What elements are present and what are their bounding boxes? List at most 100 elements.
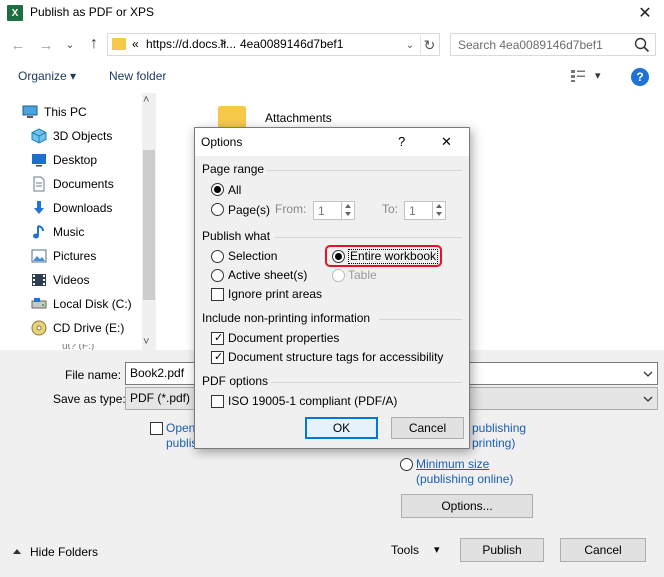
page-range-pages-label[interactable]: Page(s) bbox=[228, 203, 270, 217]
scroll-up-button[interactable]: ˄ bbox=[143, 94, 149, 106]
sidebar-item-documents[interactable]: Documents bbox=[0, 172, 140, 196]
dialog-title: Options bbox=[201, 135, 243, 149]
selection-label[interactable]: Selection bbox=[228, 249, 277, 263]
document-tags-label[interactable]: Document structure tags for accessibilit… bbox=[228, 350, 443, 364]
sidebar-item-music[interactable]: Music bbox=[0, 220, 140, 244]
selection-radio[interactable] bbox=[211, 250, 224, 263]
sidebar-item-3d-objects[interactable]: 3D Objects bbox=[0, 124, 140, 148]
organize-button[interactable]: Organize ▾ bbox=[18, 69, 76, 83]
sidebar-item-desktop[interactable]: Desktop bbox=[0, 148, 140, 172]
group-divider bbox=[267, 170, 462, 171]
desktop-icon bbox=[32, 154, 46, 167]
search-input[interactable]: Search 4ea0089146d7bef1 bbox=[458, 38, 603, 52]
minimum-size-radio[interactable] bbox=[400, 458, 413, 471]
dialog-close-button[interactable]: ✕ bbox=[441, 134, 452, 150]
sidebar-item-cd-drive[interactable]: CD Drive (E:) bbox=[0, 316, 140, 340]
up-button[interactable]: ↑ bbox=[84, 34, 104, 54]
sidebar-item-this-pc[interactable]: This PC bbox=[0, 100, 140, 124]
cube-icon bbox=[31, 128, 47, 144]
cancel-button[interactable]: Cancel bbox=[560, 538, 646, 562]
search-icon[interactable] bbox=[633, 36, 651, 54]
document-tags-checkbox[interactable]: ✓ bbox=[211, 351, 224, 364]
sidebar-item-local-disk[interactable]: Local Disk (C:) bbox=[0, 292, 140, 316]
from-spinner[interactable]: 1 bbox=[313, 201, 355, 220]
document-icon bbox=[33, 176, 45, 192]
options-button[interactable]: Options... bbox=[401, 494, 533, 518]
chevron-down-icon[interactable] bbox=[641, 367, 655, 381]
entire-workbook-radio[interactable] bbox=[332, 250, 345, 263]
iso-pdfa-label[interactable]: ISO 19005-1 compliant (PDF/A) bbox=[228, 394, 397, 408]
publish-button[interactable]: Publish bbox=[460, 538, 544, 562]
to-spinner[interactable]: 1 bbox=[404, 201, 446, 220]
active-sheets-label[interactable]: Active sheet(s) bbox=[228, 268, 307, 282]
group-divider bbox=[275, 237, 462, 238]
non-printing-heading: Include non-printing information bbox=[202, 311, 371, 325]
optimize-standard-label[interactable]: publishing bbox=[472, 421, 526, 435]
ok-button[interactable]: OK bbox=[305, 417, 378, 439]
drive-icon bbox=[31, 298, 47, 309]
address-dropdown-button[interactable]: ⌄ bbox=[402, 36, 418, 54]
search-box[interactable]: Search 4ea0089146d7bef1 bbox=[450, 33, 656, 56]
from-label: From: bbox=[275, 202, 307, 216]
help-button[interactable]: ? bbox=[631, 68, 649, 86]
back-button[interactable]: ← bbox=[8, 35, 28, 55]
view-options-icon[interactable] bbox=[570, 69, 586, 83]
ignore-print-areas-checkbox[interactable] bbox=[211, 288, 224, 301]
to-spin-buttons[interactable] bbox=[432, 202, 445, 219]
sidebar-item-label: Downloads bbox=[53, 201, 113, 215]
scroll-down-button[interactable]: ˅ bbox=[143, 336, 149, 348]
active-sheets-radio[interactable] bbox=[211, 269, 224, 282]
minimum-size-label-2[interactable]: (publishing online) bbox=[416, 472, 513, 486]
new-folder-button[interactable]: New folder bbox=[109, 69, 166, 83]
chevron-up-icon[interactable] bbox=[12, 547, 22, 557]
recent-locations-button[interactable]: ⌄ bbox=[63, 34, 77, 54]
forward-button[interactable]: → bbox=[36, 35, 56, 55]
page-range-heading: Page range bbox=[202, 162, 265, 176]
open-after-publish-label[interactable]: Open bbox=[166, 421, 195, 435]
window-close-button[interactable]: ✕ bbox=[630, 2, 660, 24]
save-type-value[interactable]: PDF (*.pdf) bbox=[130, 391, 190, 405]
page-range-all-radio[interactable] bbox=[211, 183, 224, 196]
address-crumb[interactable]: 4ea0089146d7bef1 bbox=[240, 37, 343, 51]
iso-pdfa-checkbox[interactable] bbox=[211, 395, 224, 408]
hide-folders-button[interactable]: Hide Folders bbox=[30, 545, 98, 559]
from-spin-buttons[interactable] bbox=[341, 202, 354, 219]
refresh-button[interactable]: ↻ bbox=[420, 35, 438, 55]
folder-icon[interactable] bbox=[218, 106, 246, 128]
optimize-standard-label-2[interactable]: printing) bbox=[472, 436, 515, 450]
publish-what-heading: Publish what bbox=[202, 229, 271, 243]
sidebar-item-label: CD Drive (E:) bbox=[53, 321, 125, 335]
address-separator[interactable]: > bbox=[220, 37, 226, 49]
file-item-attachments[interactable]: Attachments bbox=[265, 111, 332, 125]
page-range-all-label[interactable]: All bbox=[228, 183, 241, 197]
entire-workbook-label[interactable]: Entire workbook bbox=[348, 249, 439, 264]
music-icon bbox=[33, 225, 44, 239]
sidebar-item-videos[interactable]: Videos bbox=[0, 268, 140, 292]
sidebar-item-pictures[interactable]: Pictures bbox=[0, 244, 140, 268]
open-after-publish-checkbox[interactable] bbox=[150, 422, 163, 435]
address-bar[interactable]: « https://d.docs.li... > 4ea0089146d7bef… bbox=[107, 33, 440, 56]
dialog-cancel-button[interactable]: Cancel bbox=[391, 417, 464, 439]
open-after-publish-label-2[interactable]: publis bbox=[166, 436, 197, 450]
dialog-help-button[interactable]: ? bbox=[398, 134, 405, 149]
document-properties-label[interactable]: Document properties bbox=[228, 331, 339, 345]
table-radio bbox=[332, 269, 345, 282]
minimum-size-label[interactable]: Minimum size bbox=[416, 457, 489, 471]
tools-dropdown-icon[interactable]: ▾ bbox=[434, 543, 440, 556]
page-range-pages-radio[interactable] bbox=[211, 203, 224, 216]
sidebar-item-downloads[interactable]: Downloads bbox=[0, 196, 140, 220]
ignore-print-areas-label[interactable]: Ignore print areas bbox=[228, 287, 322, 301]
to-value[interactable]: 1 bbox=[409, 204, 416, 218]
file-name-value[interactable]: Book2.pdf bbox=[130, 366, 184, 380]
toolbar bbox=[0, 62, 664, 92]
view-dropdown-button[interactable]: ▾ bbox=[595, 69, 601, 82]
tools-button[interactable]: Tools bbox=[391, 543, 419, 557]
address-overflow[interactable]: « bbox=[132, 37, 139, 51]
sidebar-item-label: Local Disk (C:) bbox=[53, 297, 132, 311]
chevron-down-icon[interactable] bbox=[641, 392, 655, 406]
document-properties-checkbox[interactable]: ✓ bbox=[211, 332, 224, 345]
options-dialog: Options ? ✕ Page range All Page(s) From:… bbox=[194, 127, 470, 449]
from-value[interactable]: 1 bbox=[318, 204, 325, 218]
group-divider bbox=[271, 382, 462, 383]
sidebar-scrollbar-thumb[interactable] bbox=[143, 150, 155, 300]
